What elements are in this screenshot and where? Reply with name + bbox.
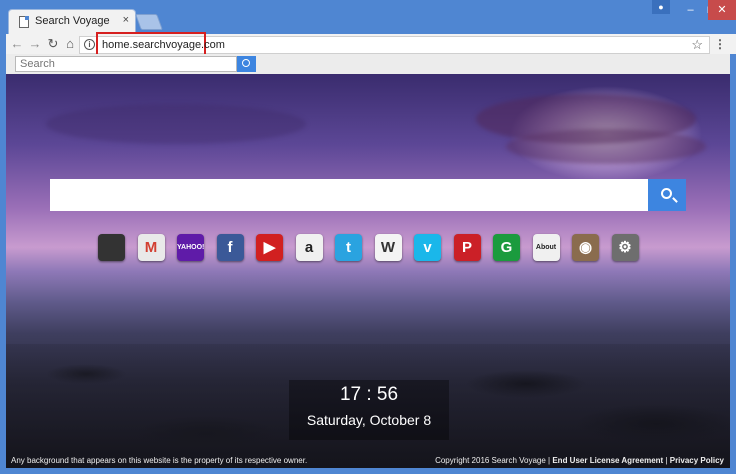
facebook-icon[interactable]: f xyxy=(216,234,244,261)
minimize-button[interactable]: – xyxy=(677,0,704,20)
extension-search-bar xyxy=(6,54,730,74)
clock-date: Saturday, October 8 xyxy=(306,412,432,428)
about-icon[interactable]: About xyxy=(532,234,560,261)
clock-time: 17 : 56 xyxy=(339,384,399,405)
main-search-button[interactable] xyxy=(648,179,686,211)
shortcut-icons-row: M YAHOO! f ▶ a t Wv P G About ◉ ⚙ xyxy=(98,234,639,261)
cloud-shape xyxy=(506,129,706,164)
back-icon[interactable]: ← xyxy=(8,35,26,53)
amazon-icon[interactable]: a xyxy=(295,234,323,261)
search-icon xyxy=(242,59,250,67)
browser-tab[interactable]: Search Voyage × xyxy=(8,9,136,34)
forward-icon[interactable]: → xyxy=(26,35,44,53)
home-icon[interactable]: ⌂ xyxy=(61,35,79,53)
gmail-icon[interactable]: M xyxy=(137,234,165,261)
new-tab-button[interactable] xyxy=(135,14,163,30)
browser-menu-icon[interactable]: ⋮ xyxy=(714,37,726,51)
eula-link[interactable]: End User License Agreement xyxy=(552,456,663,465)
vimeo-icon[interactable]: v xyxy=(414,234,441,261)
page-content: M YAHOO! f ▶ a t Wv P G About ◉ ⚙ 17 : 56 Saturday,… xyxy=(6,74,730,468)
background-disclaimer: Any background that appears on this webs… xyxy=(11,456,308,465)
bookmark-star-icon[interactable]: ☆ xyxy=(691,37,703,53)
user-profile-icon[interactable]: ● xyxy=(652,0,670,14)
extension-search-input[interactable] xyxy=(15,56,237,72)
footer-links: Copyright 2016 Search Voyage | End User … xyxy=(435,456,724,465)
clock-widget: 17 : 56 Saturday, October 8 xyxy=(289,380,449,440)
window-frame-bottom xyxy=(0,468,736,474)
browser-toolbar: ← → ↻ ⌂ i home.searchvoyage.com ☆ ⋮ xyxy=(0,32,736,57)
grammarly-icon[interactable]: G xyxy=(493,234,520,261)
privacy-policy-link[interactable]: Privacy Policy xyxy=(670,456,724,465)
url-text[interactable]: home.searchvoyage.com xyxy=(102,39,225,51)
search-icon xyxy=(661,188,672,199)
youtube-icon[interactable]: ▶ xyxy=(256,234,283,261)
window-frame-right xyxy=(730,54,736,468)
address-bar[interactable]: i home.searchvoyage.com ☆ xyxy=(79,32,710,57)
instagram-icon[interactable]: ◉ xyxy=(572,234,599,261)
close-window-button[interactable]: ✕ xyxy=(708,0,736,20)
cloud-shape xyxy=(46,104,306,144)
yahoo-icon[interactable]: YAHOO! xyxy=(177,234,204,261)
reload-icon[interactable]: ↻ xyxy=(44,35,62,53)
main-search-input[interactable] xyxy=(50,179,648,211)
window-titlebar: Search Voyage × ● – □ ✕ xyxy=(0,0,736,34)
pinterest-icon[interactable]: P xyxy=(453,234,481,261)
page-icon xyxy=(19,16,29,28)
swap-icon[interactable] xyxy=(98,234,125,261)
info-icon[interactable]: i xyxy=(84,39,95,50)
twitter-icon[interactable]: t xyxy=(335,234,362,261)
wikipedia-icon[interactable]: W xyxy=(374,234,402,261)
settings-icon[interactable]: ⚙ xyxy=(611,234,639,261)
copyright-text: Copyright 2016 Search Voyage | xyxy=(435,456,553,465)
close-tab-icon[interactable]: × xyxy=(123,14,129,26)
window-close-wrap: ✕ xyxy=(708,0,736,20)
tab-title: Search Voyage xyxy=(35,15,110,27)
extension-search-button[interactable] xyxy=(237,56,256,72)
